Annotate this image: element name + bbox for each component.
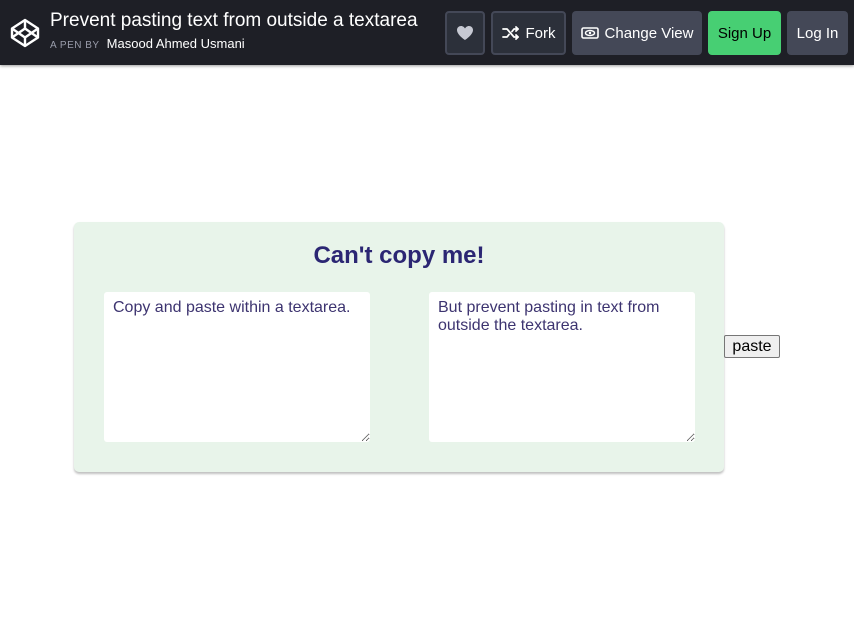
paste-button[interactable]: paste xyxy=(724,335,780,358)
author-link[interactable]: Masood Ahmed Usmani xyxy=(107,36,245,51)
codepen-logo-icon[interactable] xyxy=(9,17,41,49)
login-button[interactable]: Log In xyxy=(787,11,848,55)
pen-title[interactable]: Prevent pasting text from outside a text… xyxy=(50,9,418,33)
change-view-label: Change View xyxy=(604,24,694,42)
fork-button[interactable]: Fork xyxy=(491,11,566,55)
like-button[interactable] xyxy=(445,11,485,55)
card-heading: Can't copy me! xyxy=(313,242,485,269)
right-textarea[interactable]: But prevent pasting in text from outside… xyxy=(429,292,695,442)
change-view-button[interactable]: Change View xyxy=(572,11,702,55)
left-textarea[interactable]: Copy and paste within a textarea. xyxy=(104,292,370,442)
pen-title-block: Prevent pasting text from outside a text… xyxy=(50,9,418,53)
signup-button[interactable]: Sign Up xyxy=(708,11,781,55)
fork-label: Fork xyxy=(525,24,556,42)
header-bar: Prevent pasting text from outside a text… xyxy=(0,0,854,65)
fork-icon xyxy=(501,26,519,40)
demo-card: Can't copy me! Copy and paste within a t… xyxy=(74,222,724,472)
heart-icon xyxy=(457,26,473,40)
eye-icon xyxy=(580,27,599,39)
byline: A PEN BY Masood Ahmed Usmani xyxy=(50,36,418,53)
byline-prefix: A PEN BY xyxy=(50,40,100,51)
